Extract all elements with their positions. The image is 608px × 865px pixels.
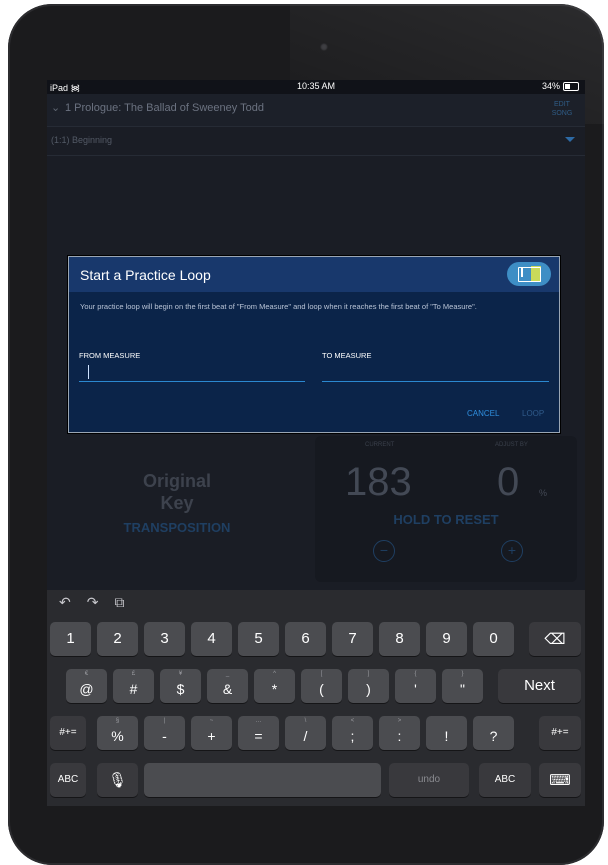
- status-time: 10:35 AM: [296, 81, 336, 91]
- key-plus[interactable]: ~ +: [191, 716, 232, 750]
- adjust-label: ADJUST BY: [495, 442, 528, 448]
- tempo-panel: CURRENT ADJUST BY 183 0 % HOLD TO RESET …: [315, 436, 577, 582]
- adjust-value: 0: [497, 460, 520, 504]
- key-1[interactable]: 1: [50, 622, 91, 656]
- shift-symbols-left-key[interactable]: #+=: [50, 716, 86, 750]
- key-5[interactable]: 5: [238, 622, 279, 656]
- section-selector[interactable]: (1:1) Beginning: [47, 127, 585, 156]
- next-key[interactable]: Next: [498, 669, 581, 703]
- keyboard-row-4: ABC 🎙 undo ABC ⌨: [47, 763, 585, 799]
- undo-key[interactable]: undo: [389, 763, 469, 797]
- key-open-paren[interactable]: [(: [301, 669, 342, 703]
- key-line-2: Key: [160, 493, 194, 513]
- key-apostrophe[interactable]: {': [395, 669, 436, 703]
- caret-down-icon: [565, 137, 575, 142]
- song-title-bar: ⌄ 1 Prologue: The Ballad of Sweeney Todd…: [47, 94, 585, 127]
- loop-icon: [507, 262, 551, 286]
- battery-percent: 34%: [541, 81, 560, 91]
- paste-icon[interactable]: ⧉: [114, 594, 124, 611]
- key-quote[interactable]: } ": [442, 669, 483, 703]
- key-7[interactable]: 7: [332, 622, 373, 656]
- key-asterisk[interactable]: ^ *: [254, 669, 295, 703]
- camera-icon: [320, 43, 328, 51]
- section-label: (1:1) Beginning: [51, 135, 113, 145]
- key-0[interactable]: 0: [473, 622, 514, 656]
- current-label: CURRENT: [365, 442, 395, 448]
- screen: iPad ᯼ 10:35 AM 34% ⌄ 1 Prologue: The Ba…: [47, 80, 585, 806]
- key-8[interactable]: 8: [379, 622, 420, 656]
- key-9[interactable]: 9: [426, 622, 467, 656]
- key-semicolon[interactable]: <;: [332, 716, 373, 750]
- key-slash[interactable]: \ /: [285, 716, 326, 750]
- loop-button[interactable]: LOOP: [522, 409, 544, 418]
- shift-symbols-right-key[interactable]: #+=: [539, 716, 581, 750]
- double-chevron-down-icon[interactable]: ⌄: [51, 101, 60, 114]
- battery-icon: [563, 81, 579, 91]
- dialog-description: Your practice loop will begin on the fir…: [80, 302, 477, 311]
- abc-left-key[interactable]: ABC: [50, 763, 86, 797]
- plus-icon[interactable]: +: [501, 540, 523, 562]
- to-measure-label: TO MEASURE: [322, 351, 372, 360]
- key-ampersand[interactable]: _ &: [207, 669, 248, 703]
- key-minus[interactable]: | -: [144, 716, 185, 750]
- redo-icon[interactable]: ↷: [87, 594, 99, 611]
- text-cursor: [88, 365, 89, 379]
- status-battery: 34%: [542, 81, 579, 91]
- microphone-icon: 🎙: [107, 772, 128, 789]
- hold-to-reset-button[interactable]: HOLD TO RESET: [315, 512, 577, 527]
- transposition-label: TRANSPOSITION: [123, 520, 231, 535]
- current-tempo: 183: [345, 460, 412, 504]
- key-4[interactable]: 4: [191, 622, 232, 656]
- dictation-key[interactable]: 🎙: [97, 763, 138, 797]
- keyboard-row-2: € @ £ # ¥ $ _ & ^ * [( ]) {' } " Next: [47, 669, 585, 705]
- abc-right-key[interactable]: ABC: [479, 763, 531, 797]
- key-question[interactable]: ?: [473, 716, 514, 750]
- to-measure-field[interactable]: [322, 361, 549, 382]
- backspace-icon: ⌫: [544, 631, 566, 648]
- key-6[interactable]: 6: [285, 622, 326, 656]
- from-measure-label: FROM MEASURE: [79, 351, 141, 360]
- transposition-panel[interactable]: Original Key TRANSPOSITION: [107, 470, 247, 535]
- key-line-1: Original: [142, 471, 211, 491]
- key-exclamation[interactable]: !: [426, 716, 467, 750]
- keyboard-shortcut-bar: ↶ ↷ ⧉: [59, 594, 124, 611]
- key-colon[interactable]: >:: [379, 716, 420, 750]
- key-dollar[interactable]: ¥ $: [160, 669, 201, 703]
- adjust-unit: %: [539, 488, 548, 498]
- status-bar: iPad ᯼ 10:35 AM 34%: [47, 80, 585, 94]
- edit-song-button[interactable]: EDIT SONG: [545, 96, 579, 126]
- key-close-paren[interactable]: ]): [348, 669, 389, 703]
- key-percent[interactable]: §%: [97, 716, 138, 750]
- song-title[interactable]: 1 Prologue: The Ballad of Sweeney Todd: [65, 102, 264, 114]
- keyboard-row-3: #+= §% | - ~ + … = \ / <; >: ! ? #+=: [47, 716, 585, 752]
- keyboard-dismiss-icon: ⌨: [549, 772, 571, 789]
- key-at[interactable]: € @: [66, 669, 107, 703]
- key-hash[interactable]: £ #: [113, 669, 154, 703]
- key-2[interactable]: 2: [97, 622, 138, 656]
- hide-keyboard-key[interactable]: ⌨: [539, 763, 581, 797]
- minus-icon[interactable]: −: [373, 540, 395, 562]
- dialog-header: Start a Practice Loop: [69, 257, 559, 292]
- dialog-title: Start a Practice Loop: [80, 267, 211, 283]
- practice-loop-dialog: Start a Practice Loop Your practice loop…: [68, 256, 560, 433]
- undo-icon[interactable]: ↶: [59, 594, 71, 611]
- key-3[interactable]: 3: [144, 622, 185, 656]
- on-screen-keyboard: ↶ ↷ ⧉ 1 2 3 4 5 6 7 8 9 0 ⌫ € @ £ # ¥ $ _ & …: [47, 590, 585, 806]
- backspace-key[interactable]: ⌫: [529, 622, 581, 656]
- from-measure-field[interactable]: [79, 361, 305, 382]
- space-key[interactable]: [144, 763, 381, 797]
- cancel-button[interactable]: CANCEL: [467, 409, 499, 418]
- key-equals[interactable]: … =: [238, 716, 279, 750]
- keyboard-row-1: 1 2 3 4 5 6 7 8 9 0 ⌫: [47, 622, 585, 658]
